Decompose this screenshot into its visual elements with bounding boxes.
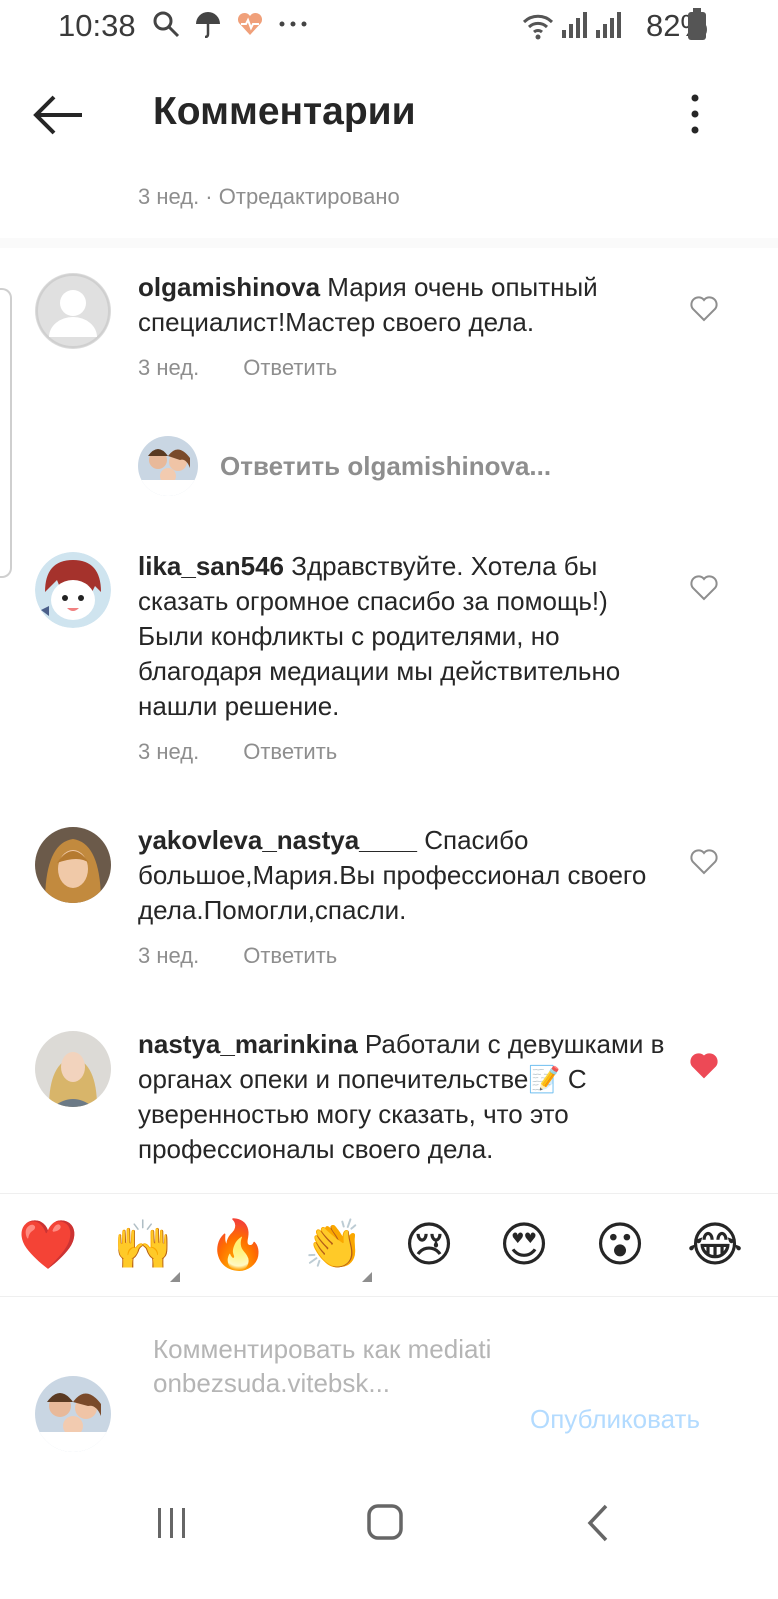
emoji-crying[interactable]: 😢 [399,1216,459,1276]
emoji-laughing[interactable]: 😂 [685,1216,745,1276]
skin-tone-indicator [362,1272,372,1282]
system-nav-bar [0,1470,778,1599]
comment-composer: Комментировать как mediationbezsuda.vite… [0,1298,778,1468]
home-icon [367,1504,403,1540]
emoji-heart[interactable]: ❤️ [18,1216,78,1276]
back-nav-button[interactable] [570,1498,630,1548]
comment-username[interactable]: nastya_marinkina [138,1029,358,1059]
emoji-bar: ❤️ 🙌 🔥 👏 😢 😍 😮 😂 [0,1193,778,1297]
comment: nastya_marinkina Работали с девушками в … [0,0,778,1193]
emoji-fire[interactable]: 🔥 [208,1216,268,1276]
emoji-raised-hands[interactable]: 🙌 [113,1216,173,1276]
avatar [35,1376,111,1452]
avatar[interactable] [35,1031,111,1107]
skin-tone-indicator [170,1272,180,1282]
comment-text: nastya_marinkina Работали с девушками в … [138,1027,668,1167]
recents-button[interactable] [142,1498,202,1548]
emoji-clapping[interactable]: 👏 [304,1216,364,1276]
emoji-surprised[interactable]: 😮 [590,1216,650,1276]
comment-input[interactable]: Комментировать как mediationbezsuda.vite… [153,1332,503,1400]
recents-icon [158,1508,185,1538]
heart-filled-icon[interactable] [690,1053,718,1079]
chevron-left-icon [587,1504,608,1542]
home-button[interactable] [355,1498,415,1548]
publish-button[interactable]: Опубликовать [530,1404,700,1435]
emoji-heart-eyes[interactable]: 😍 [494,1216,554,1276]
